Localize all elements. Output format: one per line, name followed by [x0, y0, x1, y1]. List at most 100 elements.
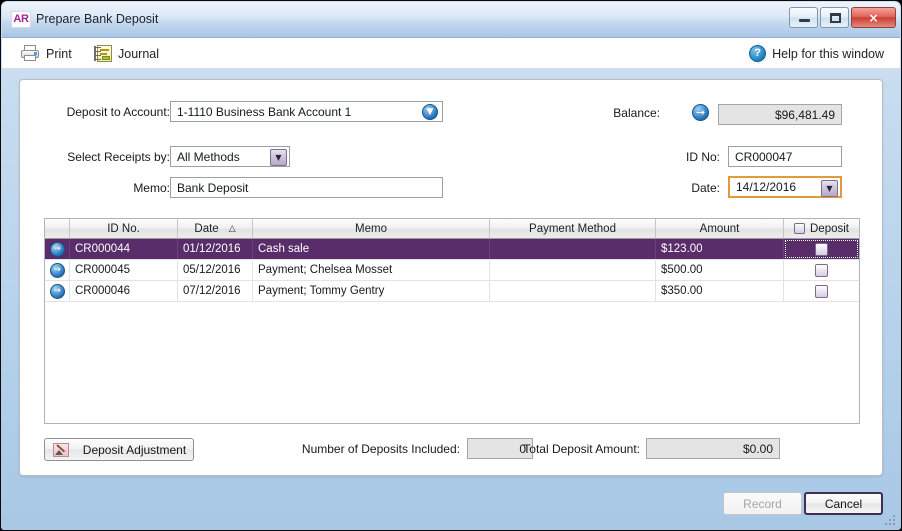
grid-header-deposit-label: Deposit: [810, 222, 849, 235]
grid-header-row: ID No. Date △ Memo Payment Method Amount: [45, 219, 859, 239]
row-marker[interactable]: →: [45, 239, 70, 259]
row-marker[interactable]: →: [45, 260, 70, 280]
date-input[interactable]: 14/12/2016 ▼: [728, 176, 842, 198]
select-receipts-by-value: All Methods: [177, 149, 240, 164]
cancel-button[interactable]: Cancel: [804, 492, 883, 515]
cell-memo: Payment; Chelsea Mosset: [253, 260, 490, 280]
date-label: Date:: [691, 181, 720, 195]
table-row[interactable]: → CR000045 05/12/2016 Payment; Chelsea M…: [45, 260, 859, 281]
memo-input[interactable]: Bank Deposit: [170, 177, 443, 198]
date-value: 14/12/2016: [736, 180, 797, 194]
table-row[interactable]: → CR000044 01/12/2016 Cash sale $123.00: [45, 239, 859, 260]
cell-id-no: CR000046: [70, 281, 178, 301]
close-icon: ×: [868, 11, 879, 25]
cell-date: 07/12/2016: [178, 281, 253, 301]
print-label: Print: [46, 46, 72, 61]
row-marker[interactable]: →: [45, 281, 70, 301]
help-button[interactable]: ? Help for this window: [745, 41, 888, 66]
content-panel: Deposit to Account: 1-1110 Business Bank…: [19, 79, 883, 476]
row-drilldown-arrow-icon[interactable]: →: [49, 241, 65, 257]
journal-label: Journal: [118, 46, 159, 61]
total-deposit-amount-label: Total Deposit Amount:: [523, 442, 640, 456]
select-receipts-by-label: Select Receipts by:: [67, 150, 170, 164]
deposit-adjustment-label: Deposit Adjustment: [82, 442, 187, 457]
id-no-input[interactable]: CR000047: [728, 146, 842, 167]
cell-payment-method: [490, 260, 656, 280]
printer-icon: [20, 45, 40, 62]
cell-amount: $123.00: [656, 239, 784, 259]
journal-icon: [94, 45, 112, 62]
grid-header-payment-method-label: Payment Method: [529, 222, 616, 235]
sort-ascending-icon: △: [228, 223, 236, 234]
cell-date: 05/12/2016: [178, 260, 253, 280]
deposit-to-account-field[interactable]: 1-1110 Business Bank Account 1 ▼: [170, 101, 443, 122]
calendar-dropdown-icon[interactable]: ▼: [821, 180, 838, 197]
grid-header-amount[interactable]: Amount: [656, 219, 784, 238]
grid-header-id-no[interactable]: ID No.: [70, 219, 178, 238]
app-icon: AR: [11, 11, 31, 28]
minimize-icon: [799, 19, 810, 22]
deposit-to-account-label: Deposit to Account:: [66, 105, 170, 119]
select-all-deposit-checkbox[interactable]: [794, 223, 805, 234]
cell-amount: $500.00: [656, 260, 784, 280]
deposit-checkbox[interactable]: [815, 284, 828, 298]
deposit-adjustment-icon: [53, 442, 69, 457]
table-row[interactable]: → CR000046 07/12/2016 Payment; Tommy Gen…: [45, 281, 859, 302]
receipts-grid: ID No. Date △ Memo Payment Method Amount: [44, 218, 860, 424]
chevron-down-icon[interactable]: ▼: [422, 104, 438, 120]
grid-header-deposit[interactable]: Deposit: [784, 219, 859, 238]
title-bar: AR Prepare Bank Deposit ×: [2, 2, 900, 38]
balance-value: $96,481.49: [718, 104, 842, 125]
number-of-deposits-label: Number of Deposits Included:: [301, 442, 460, 456]
row-drilldown-arrow-icon[interactable]: →: [49, 283, 65, 299]
select-receipts-by-select[interactable]: All Methods ▼: [170, 146, 290, 167]
cell-payment-method: [490, 281, 656, 301]
window-title: Prepare Bank Deposit: [36, 12, 159, 26]
record-button[interactable]: Record: [723, 492, 802, 515]
cell-deposit[interactable]: [784, 239, 859, 259]
cell-memo: Cash sale: [253, 239, 490, 259]
window-controls: ×: [789, 7, 896, 28]
grid-header-marker: [45, 219, 70, 238]
cell-date: 01/12/2016: [178, 239, 253, 259]
maximize-icon: [830, 13, 841, 23]
print-button[interactable]: Print: [16, 41, 76, 66]
chevron-down-icon[interactable]: ▼: [270, 149, 287, 166]
help-icon: ?: [749, 45, 767, 62]
deposit-checkbox[interactable]: [815, 242, 828, 256]
balance-amount: $96,481.49: [774, 107, 835, 122]
balance-label: Balance:: [613, 106, 660, 120]
close-button[interactable]: ×: [851, 7, 896, 28]
grid-header-amount-label: Amount: [699, 222, 740, 235]
total-deposit-amount: $0.00: [742, 441, 773, 456]
cell-memo: Payment; Tommy Gentry: [253, 281, 490, 301]
journal-button[interactable]: Journal: [90, 41, 163, 66]
toolbar: Print Journal ? Help for this window: [2, 38, 900, 69]
balance-drilldown-arrow-icon[interactable]: →: [692, 104, 709, 121]
deposit-checkbox[interactable]: [815, 263, 828, 277]
maximize-button[interactable]: [820, 7, 849, 28]
cell-id-no: CR000045: [70, 260, 178, 280]
cell-deposit[interactable]: [784, 281, 859, 301]
cell-amount: $350.00: [656, 281, 784, 301]
minimize-button[interactable]: [789, 7, 818, 28]
help-label: Help for this window: [772, 46, 884, 61]
row-drilldown-arrow-icon[interactable]: →: [49, 262, 65, 278]
cell-deposit[interactable]: [784, 260, 859, 280]
total-deposit-amount-value: $0.00: [646, 438, 780, 459]
cell-id-no: CR000044: [70, 239, 178, 259]
grid-header-payment-method[interactable]: Payment Method: [490, 219, 656, 238]
record-label: Record: [743, 496, 782, 511]
grid-header-id-no-label: ID No.: [107, 222, 140, 235]
id-no-label: ID No:: [685, 150, 720, 164]
grid-header-date-label: Date: [194, 222, 219, 235]
cell-payment-method: [490, 239, 656, 259]
resize-grip[interactable]: [885, 515, 897, 527]
grid-header-date[interactable]: Date △: [178, 219, 253, 238]
grid-header-memo-label: Memo: [355, 222, 387, 235]
id-no-value: CR000047: [735, 149, 793, 164]
deposit-adjustment-button[interactable]: Deposit Adjustment: [44, 438, 194, 461]
grid-header-memo[interactable]: Memo: [253, 219, 490, 238]
memo-value: Bank Deposit: [177, 180, 249, 195]
cancel-label: Cancel: [824, 496, 863, 511]
